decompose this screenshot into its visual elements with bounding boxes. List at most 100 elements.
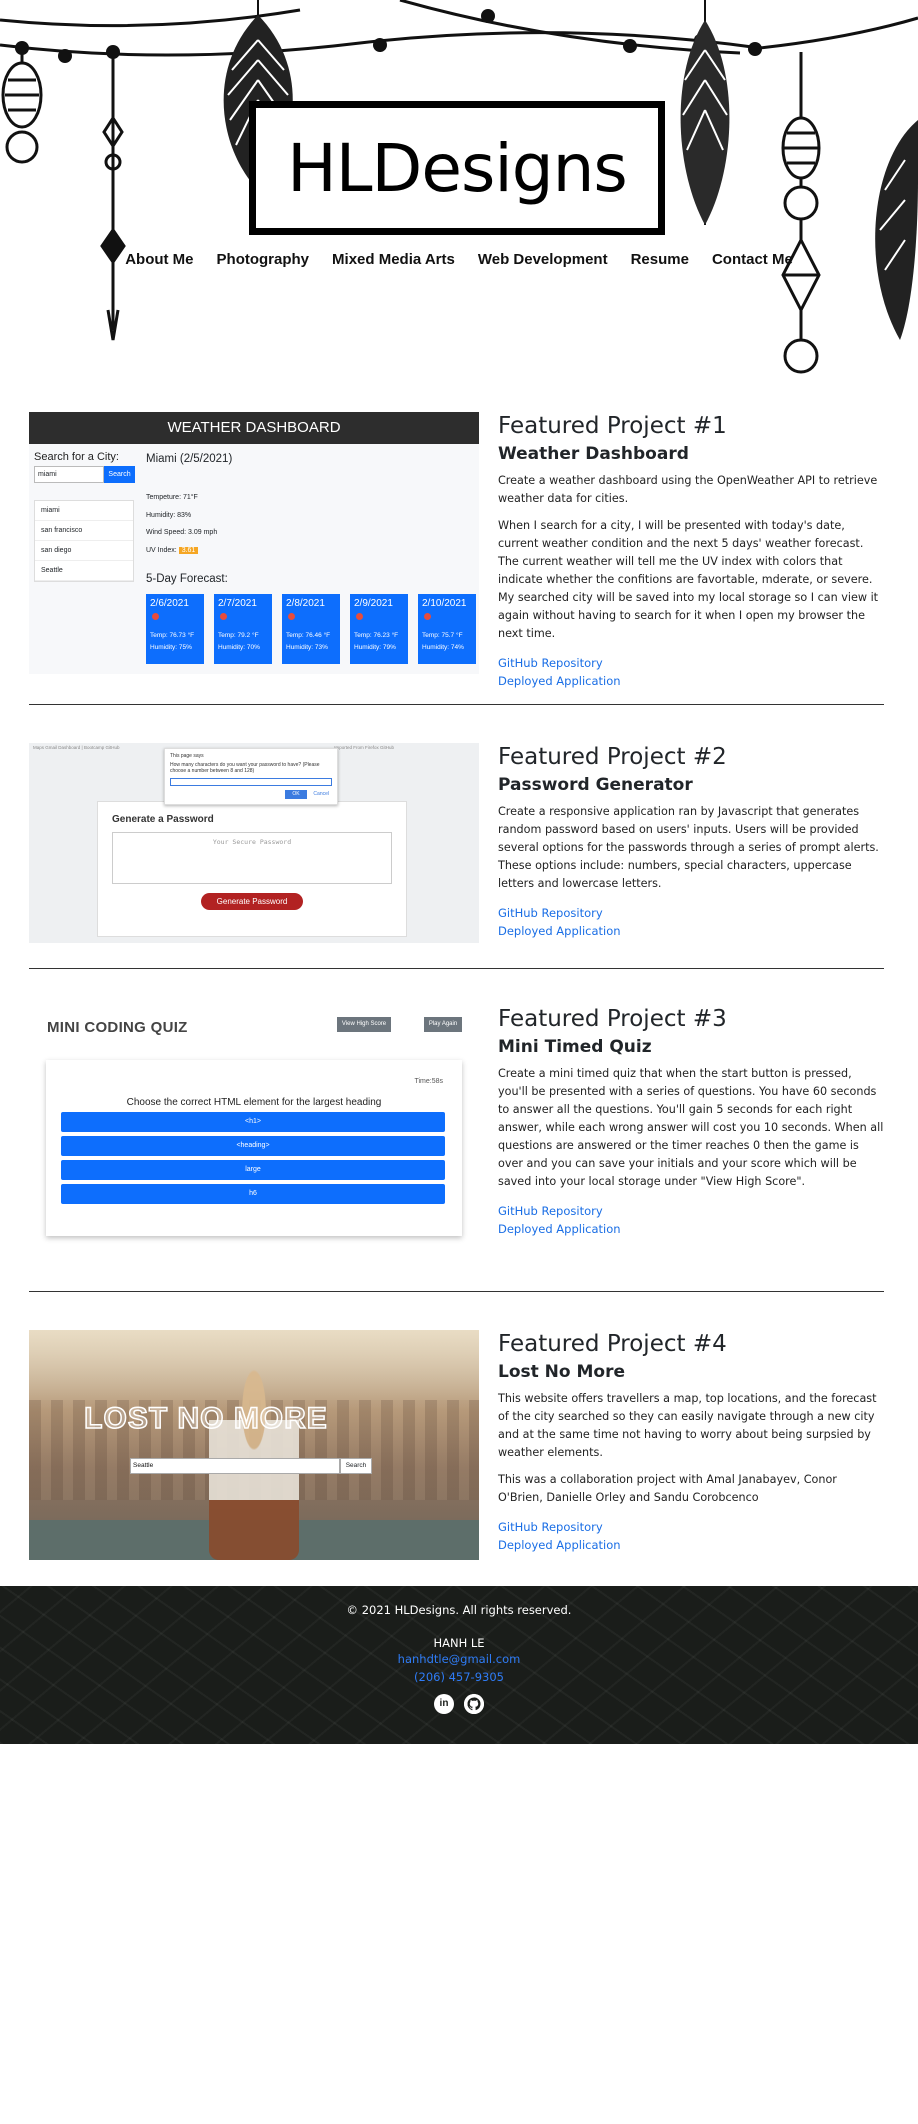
lnm-search-input: Seattle: [130, 1458, 340, 1474]
project-subtitle: Weather Dashboard: [498, 444, 689, 464]
forecast-temp: Temp: 76.23 °F: [354, 632, 399, 639]
forecast-temp: Temp: 79.2 °F: [218, 632, 259, 639]
github-icon[interactable]: [464, 1694, 484, 1714]
list-item: san diego: [35, 541, 133, 561]
wd-forecast-label: 5-Day Forecast:: [146, 573, 228, 585]
nav-mixed-media-arts[interactable]: Mixed Media Arts: [332, 251, 455, 268]
footer-social-icons: in: [0, 1694, 918, 1714]
forecast-temp: Temp: 75.7 °F: [422, 632, 463, 639]
footer-email-link[interactable]: hanhdtle@gmail.com: [0, 1650, 918, 1668]
nav-photography[interactable]: Photography: [217, 251, 310, 268]
forecast-card: 2/6/2021 Temp: 76.73 °F Humidity: 75%: [146, 594, 204, 664]
pg-dialog-input: [170, 778, 332, 786]
password-generator-screenshot[interactable]: Maps Gmail Dashboard | Bootcamp GitHub I…: [29, 743, 479, 943]
project-subtitle: Password Generator: [498, 775, 693, 795]
pg-dialog-title: This page says: [170, 753, 204, 759]
qz-play-again-button: Play Again: [424, 1017, 462, 1032]
wd-search: miami Search: [34, 466, 139, 483]
linkedin-icon[interactable]: in: [434, 1694, 454, 1714]
list-item: Seattle: [35, 561, 133, 581]
github-repository-link[interactable]: GitHub Repository: [498, 1202, 884, 1220]
wd-city: Miami (2/5/2021): [146, 453, 233, 465]
wd-search-button: Search: [104, 466, 135, 483]
deployed-application-link[interactable]: Deployed Application: [498, 1220, 884, 1238]
forecast-date: 2/6/2021: [150, 598, 189, 609]
github-repository-link[interactable]: GitHub Repository: [498, 654, 884, 672]
forecast-date: 2/9/2021: [354, 598, 393, 609]
project-links: GitHub Repository Deployed Application: [498, 1202, 884, 1238]
weather-icon: [220, 613, 227, 620]
forecast-temp: Temp: 76.73 °F: [150, 632, 195, 639]
github-glyph: [464, 1694, 484, 1714]
weather-dashboard-screenshot[interactable]: WEATHER DASHBOARD Search for a City: mia…: [29, 412, 479, 674]
logo-text: HLDesigns: [287, 129, 628, 207]
nav-about-me[interactable]: About Me: [125, 251, 193, 268]
list-item: san francisco: [35, 521, 133, 541]
wd-search-label: Search for a City:: [34, 451, 119, 463]
deployed-application-link[interactable]: Deployed Application: [498, 1536, 884, 1554]
wd-uv-value: 3.61: [178, 546, 199, 554]
deployed-application-link[interactable]: Deployed Application: [498, 672, 884, 690]
qz-answer: <h1>: [61, 1112, 445, 1132]
main-nav: About Me Photography Mixed Media Arts We…: [0, 251, 918, 268]
project-title: Featured Project #4: [498, 1331, 727, 1357]
pg-generate-button: Generate Password: [201, 893, 303, 910]
pg-password-box: Your Secure Password: [112, 832, 392, 884]
project-description: Create a responsive application ran by J…: [498, 805, 879, 890]
forecast-card: 2/8/2021 Temp: 76.46 °F Humidity: 73%: [282, 594, 340, 664]
qz-timer: Time:58s: [414, 1078, 443, 1085]
nav-contact-me[interactable]: Contact Me: [712, 251, 793, 268]
forecast-date: 2/8/2021: [286, 598, 325, 609]
pg-dialog-ok: OK: [285, 790, 307, 799]
footer-phone-link[interactable]: (206) 457-9305: [0, 1668, 918, 1686]
site-footer: © 2021 HLDesigns. All rights reserved. H…: [0, 1586, 918, 1744]
forecast-date: 2/7/2021: [218, 598, 257, 609]
lost-no-more-screenshot[interactable]: LOST NO MORE Seattle Search: [29, 1330, 479, 1560]
project-description: Create a mini timed quiz that when the s…: [498, 1067, 884, 1188]
forecast-date: 2/10/2021: [422, 598, 467, 609]
pg-bookmarks-right: Imported From Firefox GitHub: [334, 745, 394, 750]
nav-web-development[interactable]: Web Development: [478, 251, 608, 268]
github-repository-link[interactable]: GitHub Repository: [498, 904, 884, 922]
deployed-application-link[interactable]: Deployed Application: [498, 922, 884, 940]
project-info: Featured Project #1 Weather Dashboard Cr…: [498, 412, 884, 690]
project-links: GitHub Repository Deployed Application: [498, 1518, 884, 1554]
project-title: Featured Project #3: [498, 1006, 727, 1032]
project-subtitle: Lost No More: [498, 1362, 626, 1382]
quiz-screenshot[interactable]: MINI CODING QUIZ View High Score Play Ag…: [29, 1005, 479, 1255]
wd-history-list: miami san francisco san diego Seattle: [34, 500, 134, 582]
lnm-logo: LOST NO MORE: [83, 1401, 328, 1436]
nav-resume[interactable]: Resume: [631, 251, 689, 268]
forecast-humidity: Humidity: 74%: [422, 644, 464, 651]
project-description: This website offers travellers a map, to…: [498, 1392, 877, 1459]
section-divider: [29, 1291, 884, 1292]
qz-answer: large: [61, 1160, 445, 1180]
site-header: HLDesigns About Me Photography Mixed Med…: [0, 0, 918, 380]
forecast-humidity: Humidity: 79%: [354, 644, 396, 651]
pg-bookmarks: Maps Gmail Dashboard | Bootcamp GitHub: [33, 745, 120, 750]
footer-name: HANH LE: [433, 1636, 485, 1650]
weather-icon: [356, 613, 363, 620]
wd-main: Miami (2/5/2021) Tempeture: 71°F Humidit…: [146, 444, 476, 664]
project-links: GitHub Repository Deployed Application: [498, 654, 884, 690]
project-title: Featured Project #2: [498, 744, 727, 770]
project-subtitle: Mini Timed Quiz: [498, 1037, 652, 1057]
footer-copyright: © 2021 HLDesigns. All rights reserved.: [346, 1603, 572, 1617]
forecast-humidity: Humidity: 75%: [150, 644, 192, 651]
qz-answer: h6: [61, 1184, 445, 1204]
project-info: Featured Project #3 Mini Timed Quiz Crea…: [498, 1005, 884, 1238]
forecast-humidity: Humidity: 73%: [286, 644, 328, 651]
site-logo[interactable]: HLDesigns: [249, 101, 665, 235]
wd-wind: Wind Speed: 3.09 mph: [146, 529, 218, 536]
github-repository-link[interactable]: GitHub Repository: [498, 1518, 884, 1536]
section-divider: [29, 968, 884, 969]
pg-card-title: Generate a Password: [112, 814, 214, 825]
project-info: Featured Project #2 Password Generator C…: [498, 743, 884, 940]
forecast-card: 2/10/2021 Temp: 75.7 °F Humidity: 74%: [418, 594, 476, 664]
section-divider: [29, 704, 884, 705]
wd-banner: WEATHER DASHBOARD: [29, 412, 479, 444]
project-description: When I search for a city, I will be pres…: [498, 519, 879, 640]
project-description: Create a weather dashboard using the Ope…: [498, 474, 878, 505]
wd-search-input: miami: [34, 466, 104, 483]
project-links: GitHub Repository Deployed Application: [498, 904, 884, 940]
